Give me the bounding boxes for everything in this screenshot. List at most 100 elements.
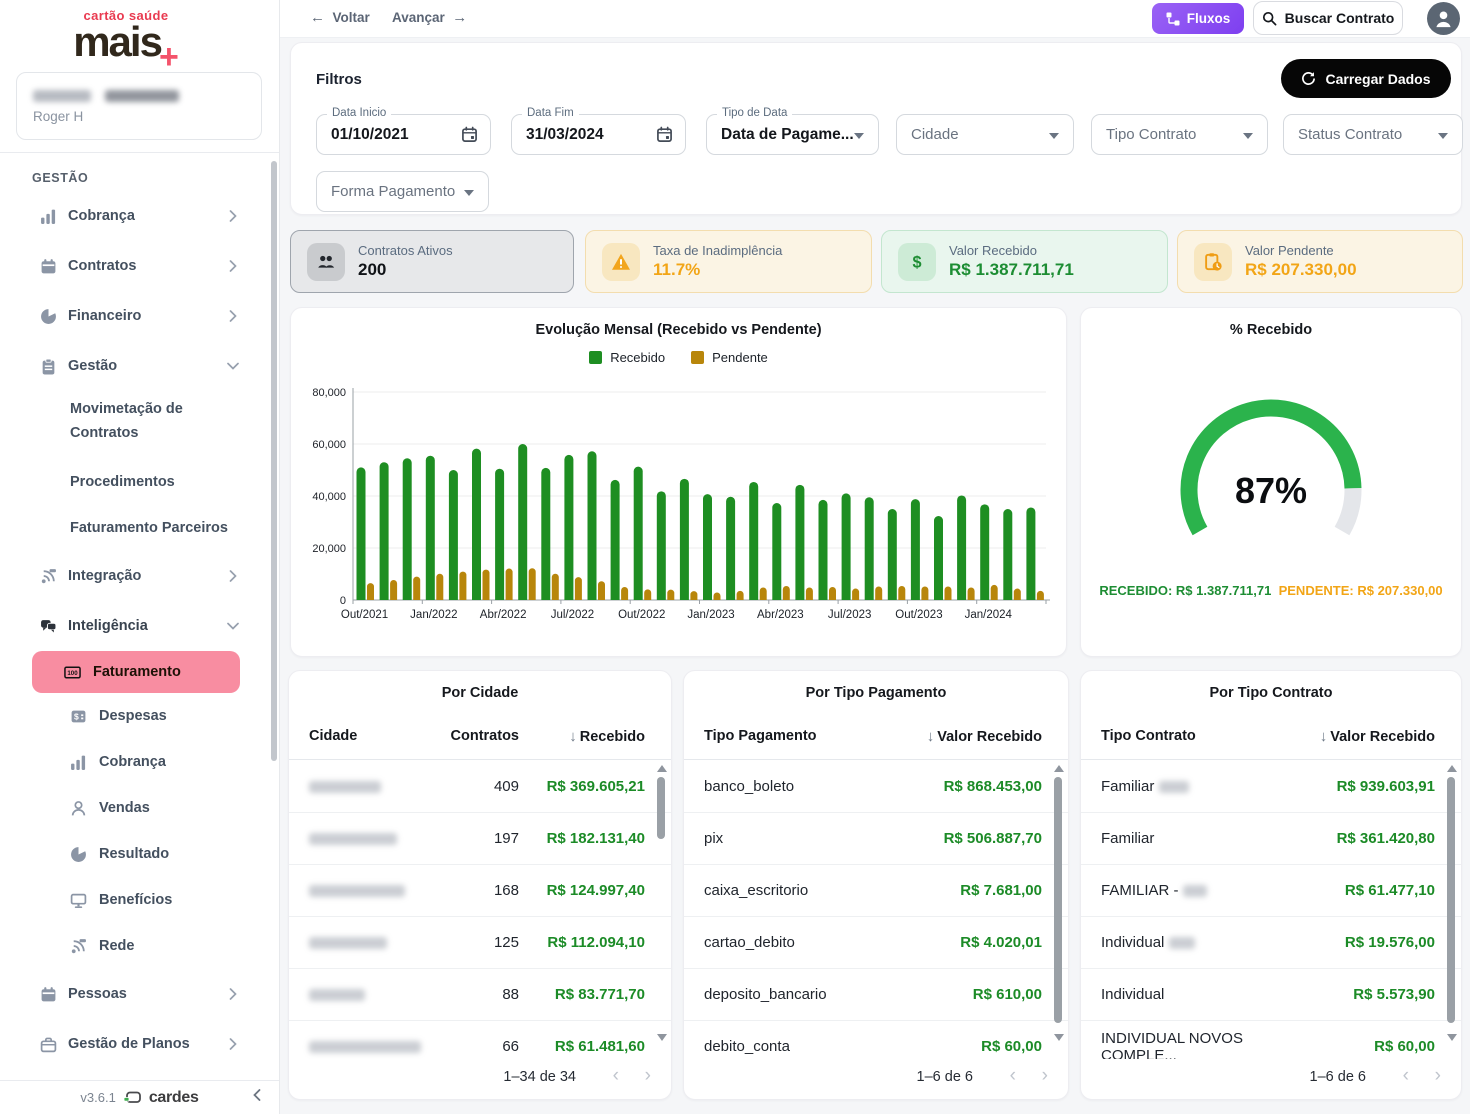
buscar-contrato-button[interactable]: Buscar Contrato [1253, 1, 1403, 35]
scroll-down-icon[interactable] [657, 1034, 667, 1041]
pagination-next-icon[interactable]: › [1042, 1065, 1048, 1087]
legend-pendente[interactable]: Pendente [691, 350, 768, 365]
scroll-down-icon[interactable] [1447, 1034, 1457, 1041]
sidebar-item-rede[interactable]: Rede [0, 923, 279, 969]
data-inicio-field[interactable]: Data Inicio 01/10/2021 [316, 114, 491, 155]
data-fim-field[interactable]: Data Fim 31/03/2024 [511, 114, 686, 155]
scroll-up-icon[interactable] [1054, 765, 1064, 772]
table-row: Familiar R$ 939.603,91 [1081, 760, 1461, 812]
signal-icon [40, 568, 57, 585]
calendar-icon[interactable] [656, 126, 673, 143]
table-row: deposito_bancario R$ 610,00 [684, 968, 1068, 1020]
sidebar-item-financeiro[interactable]: Financeiro [0, 291, 279, 341]
cell-valor-recebido: R$ 610,00 [878, 986, 1068, 1003]
table-row: 88 R$ 83.771,70 [289, 968, 671, 1020]
sidebar-item-vendas[interactable]: Vendas [0, 785, 279, 831]
sidebar-item-cobranca-inteligencia[interactable]: Cobrança [0, 739, 279, 785]
pagination-prev-icon[interactable]: ‹ [1010, 1065, 1016, 1087]
cardes-logo-text: cardes [149, 1089, 199, 1107]
cell-valor-recebido: R$ 60,00 [878, 1038, 1068, 1055]
kpi-valor-pendente[interactable]: Valor PendenteR$ 207.330,00 [1177, 230, 1463, 293]
svg-text:$: $ [74, 711, 79, 721]
flow-icon [1166, 12, 1180, 26]
svg-text:40,000: 40,000 [312, 491, 346, 503]
chevron-right-icon [229, 310, 237, 322]
sidebar-footer: v3.6.1 cardes [0, 1080, 279, 1114]
column-header-recebido[interactable]: ↓Recebido [519, 728, 671, 745]
svg-text:Jan/2023: Jan/2023 [687, 609, 734, 621]
content: Filtros Carregar Dados Data Inicio 01/10… [280, 38, 1470, 1114]
refresh-icon [1301, 71, 1316, 86]
arrow-left-icon: ← [310, 9, 325, 26]
calendar-icon [40, 258, 57, 275]
scroll-down-icon[interactable] [1054, 1034, 1064, 1041]
scroll-up-icon[interactable] [657, 765, 667, 772]
kpi-valor-recebido[interactable]: $ Valor RecebidoR$ 1.387.711,71 [881, 230, 1168, 293]
user-card[interactable]: Roger H [16, 72, 262, 140]
sidebar-item-contratos[interactable]: Contratos [0, 241, 279, 291]
clipboard-icon [40, 358, 57, 375]
status-contrato-select[interactable]: Status Contrato [1283, 114, 1463, 155]
cidade-select[interactable]: Cidade [896, 114, 1074, 155]
fluxos-button[interactable]: Fluxos [1152, 3, 1244, 34]
sidebar-collapse-button[interactable] [253, 1089, 261, 1101]
search-icon [1262, 11, 1277, 26]
forma-pagamento-select[interactable]: Forma Pagamento [316, 171, 489, 212]
pagination-prev-icon[interactable]: ‹ [1403, 1065, 1409, 1087]
pagination-next-icon[interactable]: › [1435, 1065, 1441, 1087]
column-header-valor-recebido[interactable]: ↓Valor Recebido [878, 728, 1068, 745]
table-title: Por Tipo Contrato [1081, 685, 1461, 701]
sidebar-item-despesas[interactable]: $ Despesas [0, 693, 279, 739]
cell-recebido: R$ 182.131,40 [519, 830, 671, 847]
sidebar-item-faturamento[interactable]: 100 Faturamento [32, 651, 240, 693]
sidebar-item-gestao[interactable]: Gestão [0, 341, 279, 391]
legend-recebido[interactable]: Recebido [589, 350, 665, 365]
por-cidade-table-card: Por Cidade Cidade Contratos ↓Recebido 40… [288, 670, 672, 1100]
chart-legend: Recebido Pendente [291, 350, 1066, 365]
sidebar-item-beneficios[interactable]: Benefícios [0, 877, 279, 923]
sidebar-item-procedimentos[interactable]: Procedimentos [0, 459, 279, 505]
cell-cidade-redacted [309, 934, 424, 951]
table-body: banco_boleto R$ 868.453,00 pix R$ 506.88… [684, 759, 1068, 1059]
carregar-dados-button[interactable]: Carregar Dados [1281, 59, 1451, 98]
calendar-icon[interactable] [461, 126, 478, 143]
pagination-prev-icon[interactable]: ‹ [613, 1065, 619, 1087]
scrollbar-thumb[interactable] [1054, 777, 1062, 1023]
column-header-contratos[interactable]: Contratos [424, 728, 519, 744]
cell-recebido: R$ 369.605,21 [519, 778, 671, 795]
sidebar-item-faturamento-parceiros[interactable]: Faturamento Parceiros [0, 505, 279, 551]
sidebar-item-resultado[interactable]: Resultado [0, 831, 279, 877]
chevron-right-icon [229, 210, 237, 222]
forward-button[interactable]: Avançar → [392, 9, 467, 26]
column-header-cidade[interactable]: Cidade [309, 728, 424, 744]
column-header-valor-recebido[interactable]: ↓Valor Recebido [1271, 728, 1461, 745]
sidebar-item-integracao[interactable]: Integração [0, 551, 279, 601]
sidebar-item-pessoas[interactable]: Pessoas [0, 969, 279, 1019]
sidebar-item-movimetacao-de-contratos[interactable]: Movimetação de Contratos [0, 391, 279, 459]
scroll-up-icon[interactable] [1447, 765, 1457, 772]
table-row: 409 R$ 369.605,21 [289, 760, 671, 812]
table-header: Tipo Contrato ↓Valor Recebido [1081, 717, 1461, 755]
cell-valor-recebido: R$ 4.020,01 [878, 934, 1068, 951]
kpi-contratos-ativos[interactable]: Contratos Ativos200 [290, 230, 574, 293]
arrow-right-icon: → [452, 9, 467, 26]
sidebar-scrollbar[interactable] [271, 161, 277, 761]
scrollbar-thumb[interactable] [657, 777, 665, 839]
scrollbar-thumb[interactable] [1447, 777, 1455, 1023]
sidebar-item-cobranca[interactable]: Cobrança [0, 191, 279, 241]
pagination-next-icon[interactable]: › [645, 1065, 651, 1087]
user-avatar[interactable] [1427, 2, 1460, 35]
column-header-tipo-contrato[interactable]: Tipo Contrato [1101, 728, 1271, 744]
monthly-evolution-chart-card: Evolução Mensal (Recebido vs Pendente) R… [290, 307, 1067, 657]
sidebar-item-gestao-de-planos[interactable]: Gestão de Planos [0, 1019, 279, 1069]
tipo-contrato-select[interactable]: Tipo Contrato [1091, 114, 1268, 155]
kpi-taxa-inadimplencia[interactable]: Taxa de Inadimplência11.7% [585, 230, 872, 293]
back-button[interactable]: ← Voltar [310, 9, 370, 26]
gauge-footer: RECEBIDO: R$ 1.387.711,71 PENDENTE: R$ 2… [1081, 583, 1461, 598]
filters-card: Filtros Carregar Dados Data Inicio 01/10… [290, 42, 1462, 215]
pagination-label: 1–6 de 6 [917, 1069, 973, 1085]
tipo-de-data-select[interactable]: Tipo de Data Data de Pagame... [706, 114, 879, 155]
app-version: v3.6.1 [80, 1090, 115, 1105]
column-header-tipo-pagamento[interactable]: Tipo Pagamento [704, 728, 878, 744]
sidebar-item-inteligencia[interactable]: Inteligência [0, 601, 279, 651]
